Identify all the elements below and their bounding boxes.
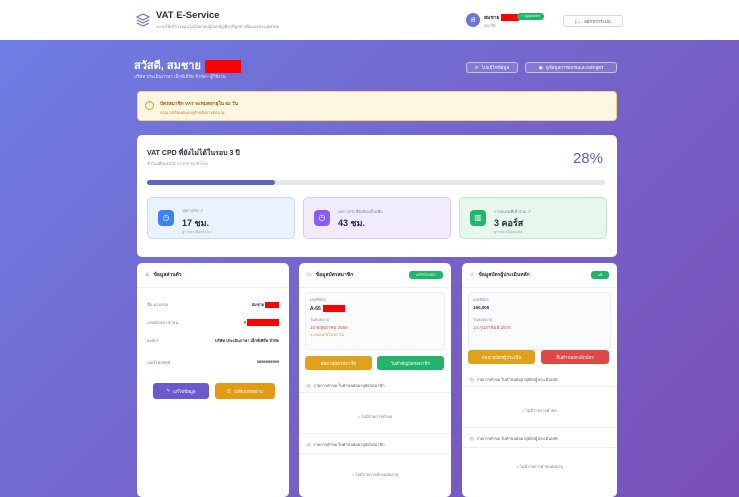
license-header: ♕ ข้อมูลบัตรผู้ประเมินหลัก [470, 272, 530, 278]
divider [462, 287, 617, 288]
divider [462, 386, 617, 387]
member-no: A-65 [310, 305, 345, 312]
key-icon: ⚿ [227, 388, 231, 394]
expiry-note: จะหมดอายุใน 62 วัน [310, 333, 344, 337]
divider [137, 287, 289, 288]
renew-license-button[interactable]: ต่ออายุบัตรผู้ประเมิน [468, 350, 535, 364]
id-card-icon: ▭ [307, 272, 312, 278]
empty-state: ⌂ ไม่มีรายการคำขอต่ออายุ [351, 472, 399, 477]
expiry-date: 10 พฤษภาคม 2569 [310, 325, 348, 330]
divider [462, 427, 617, 428]
card-no-label: เลขที่บัตร [473, 298, 489, 302]
empty-state: ⌂ ไม่มีรายการคำขอ [522, 408, 557, 413]
divider [299, 392, 451, 393]
stat-value: 17 ชม. [182, 218, 210, 228]
user-name: สมชาย [484, 14, 520, 22]
user-icon: ♙ [145, 272, 150, 278]
renew-membership-button[interactable]: ต่ออายุบัตรสมาชิก [305, 356, 372, 370]
row-value: 3 [244, 319, 279, 326]
history-heading: ◷ รายการคำขอ ใบคำขอต่ออายุบัตรสมาชิก [307, 383, 385, 388]
history-icon: ◷ [307, 442, 311, 447]
assessor-license-card: ♕ ข้อมูลบัตรผู้ประเมินหลัก แท้ เลขที่บัตร… [462, 263, 617, 497]
clock-icon: ! [145, 101, 154, 110]
history-icon: ◷ [307, 383, 311, 388]
expiry-alert: ! บัตรสมาชิก VAT จะหมดอายุใน 62 วัน กรุณ… [137, 91, 617, 121]
cpd-progress-bar [147, 180, 605, 185]
clock-icon: ◷ [314, 210, 330, 226]
expiry-label: วันหมดอายุ [310, 318, 329, 322]
edit-info-button[interactable]: ✎ แก้ไขข้อมูล [153, 383, 209, 399]
brand-title: VAT E-Service [156, 10, 220, 21]
top-navbar: VAT E-Service ระบบให้บริการออนไลน์สมาคมผ… [0, 0, 739, 40]
refresh-icon: ⟳ [474, 64, 479, 70]
row-label: เบอร์โทรศัพท์ [147, 360, 171, 365]
stat-cpd-remaining: ◷ VAT CPD ที่ยังต้องเก็บเพิ่ม 43 ชม. [303, 197, 451, 239]
cpd-title: VAT CPD ที่ยังไม่ได้ในรอบ 3 ปี [147, 150, 240, 157]
stat-cpd-hours[interactable]: ◷ VAT CPD ↗ 17 ชม. ดูรายละเอียดชั่วโมง [147, 197, 295, 239]
personal-info-card: ♙ ข้อมูลส่วนตัว ชื่อ-นามสกุล สมชาย เลขบัต… [137, 263, 289, 497]
badge-icon: ♕ [470, 272, 475, 278]
expiry-label: วันหมดอายุ [473, 318, 492, 322]
stat-value: 3 คอร์ส [494, 218, 524, 228]
membership-header: ▭ ข้อมูลบัตรสมาชิก [307, 272, 354, 278]
cpd-subtitle: ชั่วโมงที่สะสมได้ 17 จาก 60 ชั่วโมง [147, 161, 208, 166]
print-membership-button[interactable]: ใบสำคัญบัตรสมาชิก [377, 356, 444, 370]
history-heading: ◷ รายการคำขอ ใบคำขอต่ออายุบัตรสมาชิก [307, 442, 385, 447]
status-badge: APPROVED [409, 271, 443, 279]
stat-note: ดูรายละเอียดคอร์ส [494, 230, 523, 234]
stat-label: การอบรมที่เข้าร่วม ↗ [494, 209, 532, 214]
book-icon: ▥ [470, 210, 486, 226]
stat-label: VAT CPD ที่ยังต้องเก็บเพิ่ม [338, 209, 383, 214]
row-value: 0899999999 [256, 359, 279, 364]
empty-state: ⌂ ไม่มีรายการคำขอ [357, 414, 393, 419]
stat-label: VAT CPD ↗ [182, 208, 204, 213]
divider [299, 287, 451, 288]
divider [462, 447, 617, 448]
membership-card: ▭ ข้อมูลบัตรสมาชิก APPROVED เลขที่บัตร A-… [299, 263, 451, 497]
clock-icon: ◷ [158, 210, 174, 226]
personal-info-header: ♙ ข้อมูลส่วนตัว [145, 272, 182, 278]
training-history-button[interactable]: ▣ ดูข้อมูลการอบรมและหลักสูตร [525, 62, 617, 73]
status-badge: แท้ [591, 271, 609, 279]
row-value: สมชาย [252, 301, 279, 308]
member-no-label: เลขที่บัตร [310, 298, 326, 302]
divider [299, 433, 451, 434]
divider [299, 453, 451, 454]
alert-title: บัตรสมาชิก VAT จะหมดอายุใน 62 วัน [160, 102, 239, 107]
logout-icon: [→ [575, 18, 582, 24]
alert-subtitle: กรุณาเตรียมต่ออายุสำหรับการต่ออายุ [160, 110, 225, 115]
history-icon: ◷ [470, 377, 474, 382]
membership-details: เลขที่บัตร A-65 วันหมดอายุ 10 พฤษภาคม 25… [305, 292, 445, 350]
stat-note: ดูรายละเอียดชั่วโมง [182, 230, 213, 234]
cpd-percent: 28% [572, 150, 603, 167]
cpd-progress-fill [147, 180, 276, 185]
stat-courses[interactable]: ▥ การอบรมที่เข้าร่วม ↗ 3 คอร์ส ดูรายละเอ… [459, 197, 607, 239]
edit-profile-button[interactable]: ⟳ ไปแก้ไขข้อมูล [466, 62, 518, 73]
change-password-button[interactable]: ⚿ เปลี่ยนรหัสผ่าน [215, 383, 275, 399]
stat-value: 43 ชม. [338, 218, 366, 228]
layers-icon [135, 13, 151, 27]
avatar[interactable]: ส [466, 13, 480, 27]
user-role: สมาชิก [484, 23, 497, 28]
row-value: บริษัท ประเมินภาษา เอ็กซ์เพิร์ท จำกัด [215, 338, 279, 343]
row-label: องค์กร [147, 338, 159, 343]
license-details: เลขที่บัตร 160,000 วันหมดอายุ 14 กุมภาพั… [468, 292, 611, 350]
history-heading: ◷ รายการคำขอ ใบคำขอต่ออายุบัตรผู้ประเมินห… [470, 377, 559, 382]
cancel-license-button[interactable]: ยื่นคำขอยกเลิกบัตร [541, 350, 609, 364]
history-heading: ◷ รายการคำขอ ใบคำขอต่ออายุบัตรผู้ประเมินห… [470, 436, 559, 441]
history-icon: ◷ [470, 436, 474, 441]
empty-state: ⌂ ไม่มีรายการคำขอต่ออายุ [516, 464, 563, 469]
row-label: เลขบัตรประชาชน [147, 320, 179, 325]
greeting: สวัสดี, สมชาย [134, 56, 241, 74]
row-label: ชื่อ-นามสกุล [147, 302, 169, 307]
logout-button[interactable]: [→ ออกจากระบบ [563, 15, 623, 27]
edit-icon: ✎ [166, 388, 171, 393]
document-icon: ▣ [538, 64, 543, 70]
brand-subtitle: ระบบให้บริการออนไลน์สมาคมผู้สอบบัญชีภาษี… [156, 24, 279, 29]
expiry-date: 14 กุมภาพันธ์ 2570 [473, 325, 511, 330]
cpd-card: VAT CPD ที่ยังไม่ได้ในรอบ 3 ปี ชั่วโมงที… [137, 135, 617, 257]
card-no: 160,000 [473, 305, 490, 310]
approved-badge: ✓ Approved [517, 13, 544, 20]
greeting-subtitle: บริษัท ประเมินภาษา เอ็กซ์เพิร์ท จำกัด • … [134, 74, 226, 79]
